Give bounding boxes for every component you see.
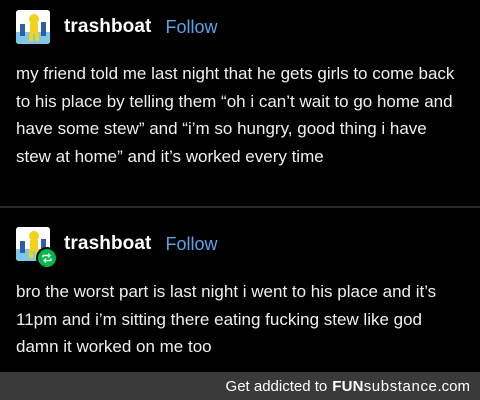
follow-button[interactable]: Follow [165,234,217,255]
follow-button[interactable]: Follow [165,17,217,38]
avatar[interactable] [16,227,58,269]
reblog-icon [36,247,58,269]
username[interactable]: trashboat [64,16,151,38]
username[interactable]: trashboat [64,233,151,255]
post-body: bro the worst part is last night i went … [16,282,437,356]
post-body: my friend told me last night that he get… [16,64,455,166]
watermark-prefix: Get addicted to [225,377,328,395]
avatar-icon [16,10,50,44]
watermark-brand-bold: FUN [332,377,364,395]
watermark-brand-rest: substance [363,377,438,395]
watermark-brand-suffix: .com [437,377,470,395]
post-1: trashboat Follow my friend told me last … [0,0,480,205]
post-2: trashboat Follow bro the worst part is l… [0,220,480,370]
post-header: trashboat Follow [16,10,217,44]
post-header: trashboat Follow [16,227,217,269]
watermark-bar: Get addicted to FUN substance .com [0,372,480,400]
avatar[interactable] [16,10,50,44]
post-divider [0,206,480,208]
